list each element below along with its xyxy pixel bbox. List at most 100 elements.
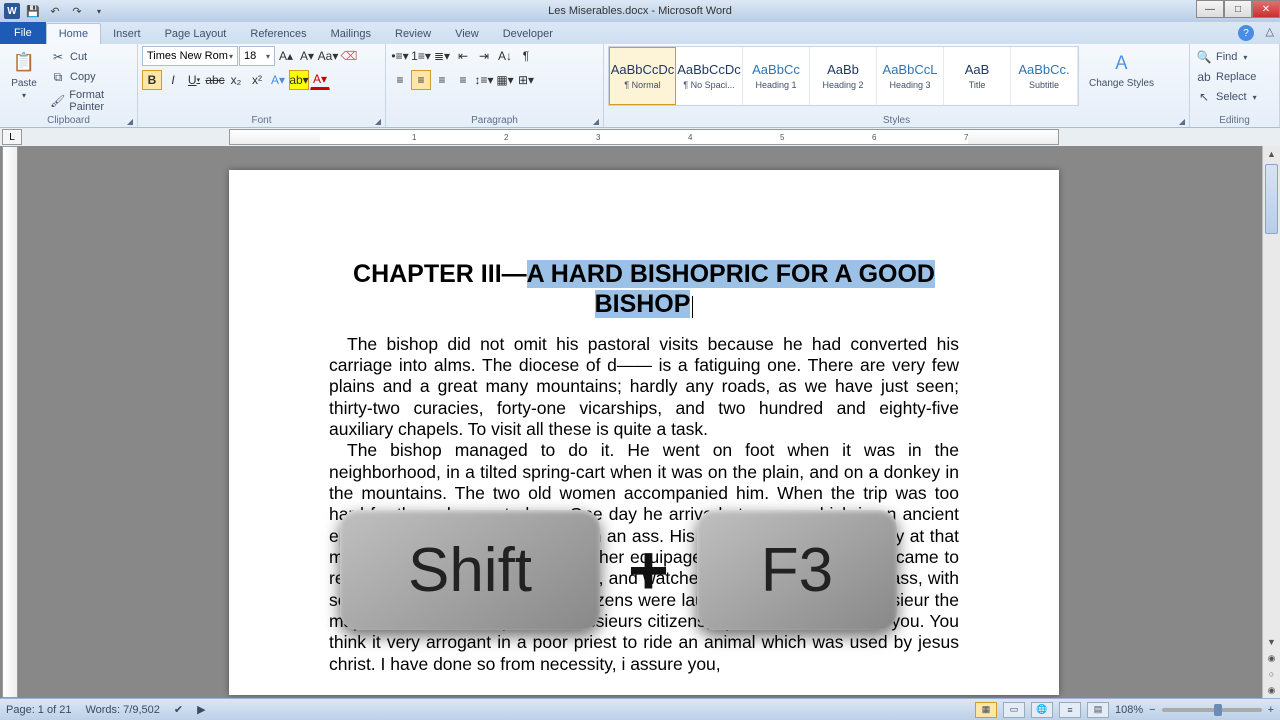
shrink-font-button[interactable]: A▾: [297, 46, 317, 66]
tab-home[interactable]: Home: [46, 23, 101, 44]
plus-icon: +: [628, 530, 669, 610]
tab-references[interactable]: References: [238, 24, 318, 44]
clipboard-launcher-icon[interactable]: ◢: [127, 117, 133, 126]
underline-button[interactable]: U▾: [184, 70, 204, 90]
horizontal-ruler[interactable]: 1234567: [229, 129, 1059, 145]
scroll-up-icon[interactable]: ▲: [1263, 146, 1280, 162]
bold-button[interactable]: B: [142, 70, 162, 90]
tab-file[interactable]: File: [0, 22, 46, 44]
line-spacing-button[interactable]: ↕≡▾: [474, 70, 494, 90]
shading-button[interactable]: ▦▾: [495, 70, 515, 90]
qat-redo-icon[interactable]: ↷: [68, 3, 86, 19]
text-effects-button[interactable]: A▾: [268, 70, 288, 90]
align-center-button[interactable]: ≡: [411, 70, 431, 90]
find-button[interactable]: 🔍Find▾: [1194, 48, 1259, 66]
selected-text: A HARD BISHOPRIC FOR A GOOD BISHOP: [527, 260, 935, 318]
style-item-6[interactable]: AaBbCc.Subtitle: [1011, 47, 1078, 105]
collapse-ribbon-icon[interactable]: △: [1266, 25, 1274, 38]
show-marks-button[interactable]: ¶: [516, 46, 536, 66]
scroll-down-icon[interactable]: ▼: [1263, 634, 1280, 650]
zoom-in-button[interactable]: +: [1268, 704, 1274, 716]
paragraph-1[interactable]: The bishop did not omit his pastoral vis…: [329, 334, 959, 441]
change-case-button[interactable]: Aa▾: [318, 46, 338, 66]
multilevel-button[interactable]: ≣▾: [432, 46, 452, 66]
styles-gallery[interactable]: AaBbCcDc¶ NormalAaBbCcDc¶ No Spaci...AaB…: [608, 46, 1079, 106]
tab-view[interactable]: View: [443, 24, 491, 44]
view-full-screen-button[interactable]: ▭: [1003, 702, 1025, 718]
style-item-5[interactable]: AaBTitle: [944, 47, 1011, 105]
tab-insert[interactable]: Insert: [101, 24, 153, 44]
font-size-combo[interactable]: 18▾: [239, 46, 275, 66]
editing-group-label: Editing: [1219, 115, 1250, 126]
ruler-area: L 1234567: [0, 128, 1280, 146]
italic-button[interactable]: I: [163, 70, 183, 90]
clipboard-group-label: Clipboard: [47, 115, 90, 126]
tab-review[interactable]: Review: [383, 24, 443, 44]
tab-selector[interactable]: L: [2, 129, 22, 145]
status-proofing-icon[interactable]: ✔: [174, 703, 183, 716]
qat-save-icon[interactable]: 💾: [24, 3, 42, 19]
tab-developer[interactable]: Developer: [491, 24, 565, 44]
vertical-ruler[interactable]: [2, 146, 18, 698]
status-page[interactable]: Page: 1 of 21: [6, 704, 71, 716]
bullets-button[interactable]: •≡▾: [390, 46, 410, 66]
minimize-button[interactable]: —: [1196, 0, 1224, 18]
increase-indent-button[interactable]: ⇥: [474, 46, 494, 66]
status-bar: Page: 1 of 21 Words: 7/9,502 ✔ ▶ ▦ ▭ 🌐 ≡…: [0, 698, 1280, 720]
superscript-button[interactable]: x²: [247, 70, 267, 90]
clear-formatting-button[interactable]: ⌫: [339, 46, 359, 66]
copy-button[interactable]: ⧉Copy: [48, 68, 133, 86]
help-icon[interactable]: ?: [1238, 25, 1254, 41]
status-macro-icon[interactable]: ▶: [197, 703, 205, 716]
prev-page-icon[interactable]: ◉: [1263, 650, 1280, 666]
styles-launcher-icon[interactable]: ◢: [1179, 117, 1185, 126]
paste-button[interactable]: 📋 Paste ▾: [4, 46, 44, 102]
highlight-button[interactable]: ab▾: [289, 70, 309, 90]
qat-customize-icon[interactable]: ▾: [90, 3, 108, 19]
view-print-layout-button[interactable]: ▦: [975, 702, 997, 718]
title-bar: W 💾 ↶ ↷ ▾ Les Miserables.docx - Microsof…: [0, 0, 1280, 22]
status-words[interactable]: Words: 7/9,502: [85, 704, 159, 716]
cut-button[interactable]: ✂Cut: [48, 48, 133, 66]
numbering-button[interactable]: 1≡▾: [411, 46, 431, 66]
paragraph-launcher-icon[interactable]: ◢: [593, 117, 599, 126]
subscript-button[interactable]: x₂: [226, 70, 246, 90]
justify-button[interactable]: ≡: [453, 70, 473, 90]
style-item-2[interactable]: AaBbCcHeading 1: [743, 47, 810, 105]
qat-undo-icon[interactable]: ↶: [46, 3, 64, 19]
style-item-1[interactable]: AaBbCcDc¶ No Spaci...: [676, 47, 743, 105]
style-item-0[interactable]: AaBbCcDc¶ Normal: [609, 47, 676, 105]
scroll-thumb[interactable]: [1265, 164, 1278, 234]
font-name-combo[interactable]: Times New Rom▾: [142, 46, 238, 66]
zoom-out-button[interactable]: −: [1149, 704, 1155, 716]
align-right-button[interactable]: ≡: [432, 70, 452, 90]
document-heading[interactable]: CHAPTER III—A HARD BISHOPRIC FOR A GOOD …: [329, 260, 959, 320]
style-item-3[interactable]: AaBbHeading 2: [810, 47, 877, 105]
borders-button[interactable]: ⊞▾: [516, 70, 536, 90]
next-page-icon[interactable]: ◉: [1263, 682, 1280, 698]
sort-button[interactable]: A↓: [495, 46, 515, 66]
select-button[interactable]: ↖Select▾: [1194, 88, 1259, 106]
close-button[interactable]: ✕: [1252, 0, 1280, 18]
font-color-button[interactable]: A▾: [310, 70, 330, 90]
zoom-slider[interactable]: [1162, 708, 1262, 712]
word-app-icon[interactable]: W: [4, 3, 20, 19]
view-draft-button[interactable]: ▤: [1087, 702, 1109, 718]
replace-button[interactable]: abReplace: [1194, 68, 1259, 86]
view-web-button[interactable]: 🌐: [1031, 702, 1053, 718]
maximize-button[interactable]: □: [1224, 0, 1252, 18]
vertical-scrollbar[interactable]: ▲ ▼ ◉ ○ ◉: [1262, 146, 1280, 698]
style-item-4[interactable]: AaBbCcLHeading 3: [877, 47, 944, 105]
tab-mailings[interactable]: Mailings: [319, 24, 383, 44]
align-left-button[interactable]: ≡: [390, 70, 410, 90]
browse-object-icon[interactable]: ○: [1263, 666, 1280, 682]
view-outline-button[interactable]: ≡: [1059, 702, 1081, 718]
font-launcher-icon[interactable]: ◢: [375, 117, 381, 126]
change-styles-button[interactable]: Ａ Change Styles: [1083, 46, 1160, 91]
grow-font-button[interactable]: A▴: [276, 46, 296, 66]
format-painter-button[interactable]: 🖌Format Painter: [48, 88, 133, 114]
decrease-indent-button[interactable]: ⇤: [453, 46, 473, 66]
strikethrough-button[interactable]: abc: [205, 70, 225, 90]
tab-page-layout[interactable]: Page Layout: [153, 24, 239, 44]
zoom-level[interactable]: 108%: [1115, 704, 1143, 716]
